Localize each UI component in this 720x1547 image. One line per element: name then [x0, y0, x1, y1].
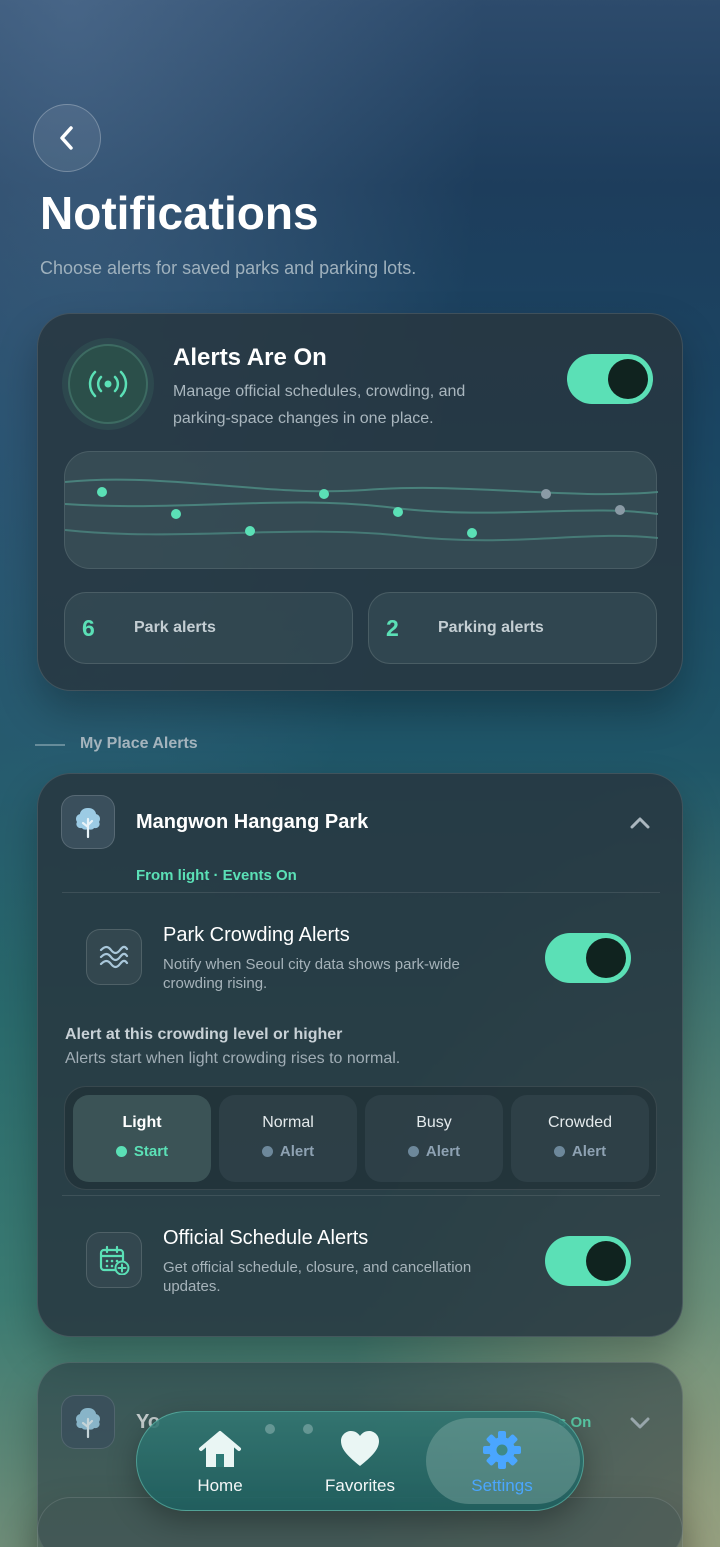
crowding-level-subtitle: Alerts start when light crowding rises t… [65, 1050, 401, 1067]
toggle-knob [586, 938, 626, 978]
level-option-tag: Alert [511, 1143, 649, 1160]
tab-settings-label: Settings [471, 1476, 533, 1495]
back-button[interactable] [33, 104, 101, 172]
level-option-tag-text: Alert [425, 1143, 461, 1160]
level-option-light[interactable]: Light Start [73, 1095, 211, 1182]
alerts-description: Manage official schedules, crowding, and… [173, 383, 466, 427]
chevron-left-icon [60, 126, 73, 150]
crowding-alerts-description: Notify when Seoul city data shows park-w… [163, 956, 460, 992]
crowding-alerts-title: Park Crowding Alerts [163, 924, 350, 946]
schedule-alerts-title: Official Schedule Alerts [163, 1227, 369, 1249]
chevron-down-icon[interactable] [629, 1416, 651, 1430]
level-option-name: Light [122, 1114, 162, 1131]
crowding-level-selector: Light Start Normal Alert Busy Alert Crow… [64, 1086, 657, 1190]
tab-settings[interactable]: Settings [427, 1412, 577, 1512]
calendar-add-icon [86, 1232, 142, 1288]
toggle-knob [586, 1241, 626, 1281]
place-card: Mangwon Hangang Park From light · Events… [37, 773, 683, 1337]
page-subtitle: Choose alerts for saved parks and parkin… [40, 258, 417, 278]
tab-home-label: Home [197, 1476, 243, 1495]
level-option-crowded[interactable]: Crowded Alert [511, 1095, 649, 1182]
level-option-name: Busy [416, 1114, 452, 1131]
status-dot [407, 1146, 419, 1157]
place-status: From light · Events On [136, 867, 297, 884]
status-dot [261, 1146, 273, 1157]
tab-home[interactable]: Home [145, 1412, 295, 1512]
parking-alerts-count: 2 [386, 615, 399, 641]
level-option-busy[interactable]: Busy Alert [365, 1095, 503, 1182]
park-alerts-count: 6 [82, 615, 95, 641]
tab-favorites-label: Favorites [325, 1476, 395, 1495]
level-option-name: Normal [262, 1114, 314, 1131]
home-icon [145, 1430, 295, 1470]
chevron-up-icon[interactable] [629, 816, 651, 830]
parking-alerts-label: Parking alerts [438, 619, 544, 636]
tree-icon [61, 1395, 115, 1449]
divider [62, 892, 660, 893]
level-option-tag-text: Alert [571, 1143, 607, 1160]
divider [62, 1195, 660, 1196]
crowding-level-title: Alert at this crowding level or higher [65, 1026, 343, 1043]
level-option-tag-text: Start [133, 1143, 169, 1160]
level-option-tag: Start [73, 1143, 211, 1160]
crowding-alerts-toggle[interactable] [545, 933, 631, 983]
tree-icon [61, 795, 115, 849]
status-dot [115, 1146, 127, 1157]
level-option-tag-text: Alert [279, 1143, 315, 1160]
alerts-master-toggle[interactable] [567, 354, 653, 404]
toggle-knob [608, 359, 648, 399]
alerts-wave-graphic [64, 451, 659, 569]
bottom-tab-bar: Home Favorites Settings [136, 1411, 584, 1511]
level-option-normal[interactable]: Normal Alert [219, 1095, 357, 1182]
gear-icon [427, 1430, 577, 1470]
parking-alerts-stat[interactable]: 2 Parking alerts [368, 592, 657, 664]
schedule-alerts-description: Get official schedule, closure, and canc… [163, 1259, 472, 1295]
waves-icon [86, 929, 142, 985]
park-alerts-label: Park alerts [134, 619, 216, 636]
section-label: My Place Alerts [80, 735, 198, 752]
status-dot [553, 1146, 565, 1157]
park-alerts-stat[interactable]: 6 Park alerts [64, 592, 353, 664]
broadcast-icon [68, 344, 148, 424]
level-option-name: Crowded [547, 1114, 613, 1131]
heart-icon [285, 1430, 435, 1468]
alerts-title: Alerts Are On [173, 344, 327, 371]
section-divider [35, 744, 65, 746]
page-title: Notifications [40, 187, 319, 239]
tab-favorites[interactable]: Favorites [285, 1412, 435, 1512]
place-name: Mangwon Hangang Park [136, 811, 369, 833]
level-option-tag: Alert [365, 1143, 503, 1160]
alerts-summary-card: Alerts Are On Manage official schedules,… [37, 313, 683, 691]
schedule-alerts-toggle[interactable] [545, 1236, 631, 1286]
level-option-tag: Alert [219, 1143, 357, 1160]
